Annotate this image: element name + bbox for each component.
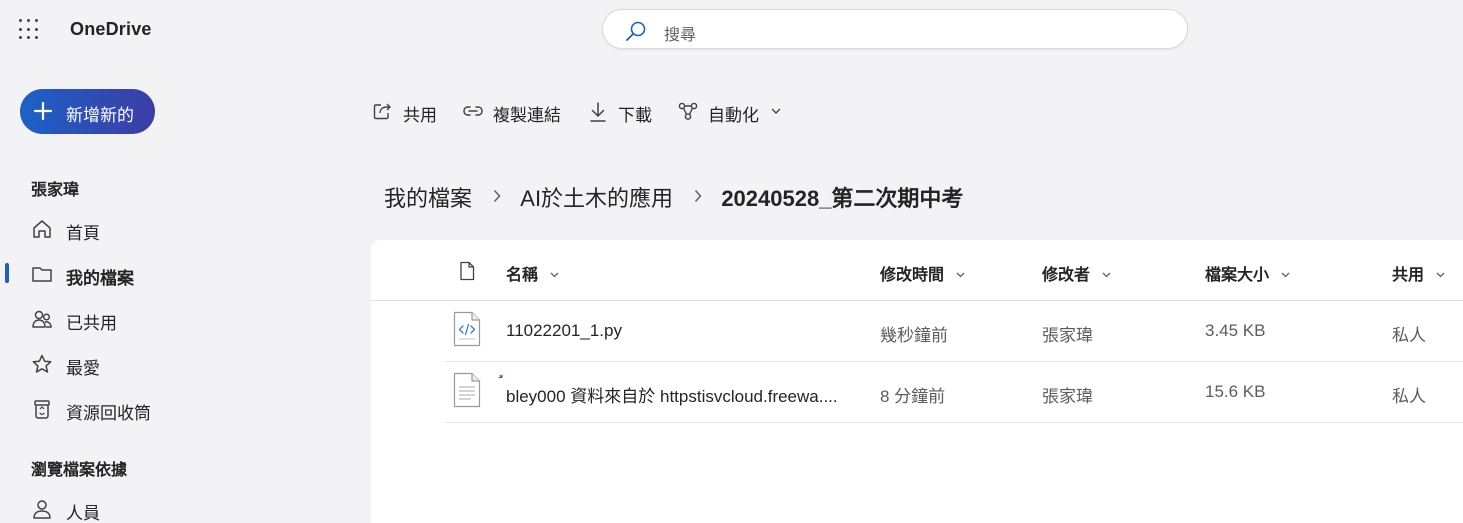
app-launcher-icon[interactable] — [19, 19, 40, 40]
text-file-icon — [453, 372, 481, 408]
file-size: 15.6 KB — [1205, 382, 1266, 401]
column-header-label: 共用 — [1392, 267, 1425, 284]
breadcrumb-item-my-files[interactable]: 我的檔案 — [384, 181, 472, 213]
sidebar-item-label: 人員 — [66, 504, 100, 523]
modified-time: 8 分鐘前 — [880, 387, 946, 406]
download-icon — [590, 102, 606, 122]
chevron-right-icon — [494, 189, 501, 202]
column-header-size[interactable]: 檔案大小 — [1205, 261, 1290, 285]
download-label: 下載 — [618, 106, 652, 125]
column-header-label: 檔案大小 — [1205, 267, 1270, 284]
sharing-status[interactable]: 私人 — [1392, 321, 1426, 346]
sidebar-item-label: 資源回收筒 — [66, 404, 151, 423]
sharing-status[interactable]: 私人 — [1392, 382, 1426, 407]
automate-label: 自動化 — [708, 106, 759, 125]
search-icon — [626, 21, 646, 41]
sidebar-item-shared[interactable]: 已共用 — [0, 299, 340, 339]
column-header-modified[interactable]: 修改時間 — [880, 261, 965, 285]
new-button-label: 新增新的 — [66, 106, 134, 125]
chevron-down-icon — [771, 108, 781, 114]
plus-icon — [33, 101, 53, 121]
active-indicator — [5, 263, 9, 283]
share-icon — [373, 103, 391, 120]
search-input[interactable]: 搜尋 — [664, 21, 696, 45]
recycle-bin-icon — [34, 400, 50, 419]
file-name[interactable]: bley000 資料來自於 httpstisvcloud.freewa.... — [506, 382, 838, 407]
sidebar-item-my-files[interactable]: 我的檔案 — [0, 254, 340, 294]
chevron-down-icon — [1103, 272, 1111, 278]
column-header-label: 修改時間 — [880, 267, 945, 284]
home-icon — [33, 220, 51, 238]
chevron-down-icon — [1282, 272, 1290, 278]
file-type-header-icon[interactable] — [459, 261, 475, 281]
table-header: 名稱 修改時間 修改者 檔案大小 共用 — [371, 240, 1463, 301]
sidebar-item-label: 最愛 — [66, 359, 100, 378]
breadcrumb-item-current: 20240528_第二次期中考 — [721, 186, 964, 211]
chevron-down-icon — [1437, 272, 1445, 278]
top-bar: OneDrive 搜尋 — [0, 0, 1463, 60]
link-icon — [463, 106, 483, 116]
person-icon — [33, 500, 51, 519]
column-header-modified-by[interactable]: 修改者 — [1042, 261, 1111, 285]
chevron-down-icon — [551, 272, 559, 278]
browse-section-heading: 瀏覽檔案依據 — [31, 462, 128, 479]
sidebar-item-recycle-bin[interactable]: 資源回收筒 — [0, 389, 340, 429]
sidebar-item-people[interactable]: 人員 — [0, 489, 340, 523]
breadcrumb-item-folder[interactable]: AI於土木的應用 — [520, 181, 673, 213]
share-label: 共用 — [403, 106, 437, 125]
modified-by[interactable]: 張家瑋 — [1042, 321, 1093, 346]
sidebar-item-favorites[interactable]: 最愛 — [0, 344, 340, 384]
automate-button[interactable]: 自動化 — [677, 100, 787, 125]
app-title[interactable]: OneDrive — [70, 19, 152, 40]
table-row[interactable]: bley000 資料來自於 httpstisvcloud.freewa.... … — [445, 362, 1463, 423]
code-file-icon — [453, 311, 481, 347]
star-icon — [32, 354, 52, 373]
column-header-sharing[interactable]: 共用 — [1392, 261, 1445, 285]
folder-icon — [32, 267, 52, 282]
people-icon — [32, 310, 52, 328]
modified-by[interactable]: 張家瑋 — [1042, 382, 1093, 407]
column-header-label: 名稱 — [506, 267, 539, 284]
copy-link-label: 複製連結 — [493, 106, 561, 125]
copy-link-button[interactable]: 複製連結 — [462, 100, 566, 125]
column-header-name[interactable]: 名稱 — [506, 261, 559, 285]
chevron-right-icon — [695, 189, 702, 202]
file-size: 3.45 KB — [1205, 321, 1266, 340]
modified-time: 幾秒鐘前 — [880, 326, 948, 345]
breadcrumb: 我的檔案 AI於土木的應用 20240528_第二次期中考 — [384, 181, 963, 213]
sidebar-item-label: 已共用 — [66, 314, 117, 333]
file-list-panel: 名稱 修改時間 修改者 檔案大小 共用 11022201_1.py 幾秒鐘前 張… — [371, 240, 1463, 523]
sidebar-item-label: 我的檔案 — [66, 269, 134, 288]
chevron-down-icon — [957, 272, 965, 278]
user-section-heading: 張家瑋 — [31, 182, 80, 199]
new-button[interactable]: 新增新的 — [20, 89, 155, 134]
column-header-label: 修改者 — [1042, 267, 1091, 284]
share-button[interactable]: 共用 — [372, 100, 442, 125]
table-row[interactable]: 11022201_1.py 幾秒鐘前 張家瑋 3.45 KB 私人 — [445, 301, 1463, 362]
automate-icon — [678, 102, 698, 120]
search-box[interactable]: 搜尋 — [602, 9, 1188, 49]
download-button[interactable]: 下載 — [588, 100, 658, 125]
file-name[interactable]: 11022201_1.py — [506, 321, 622, 341]
sidebar-item-home[interactable]: 首頁 — [0, 209, 340, 249]
sidebar-item-label: 首頁 — [66, 224, 100, 243]
